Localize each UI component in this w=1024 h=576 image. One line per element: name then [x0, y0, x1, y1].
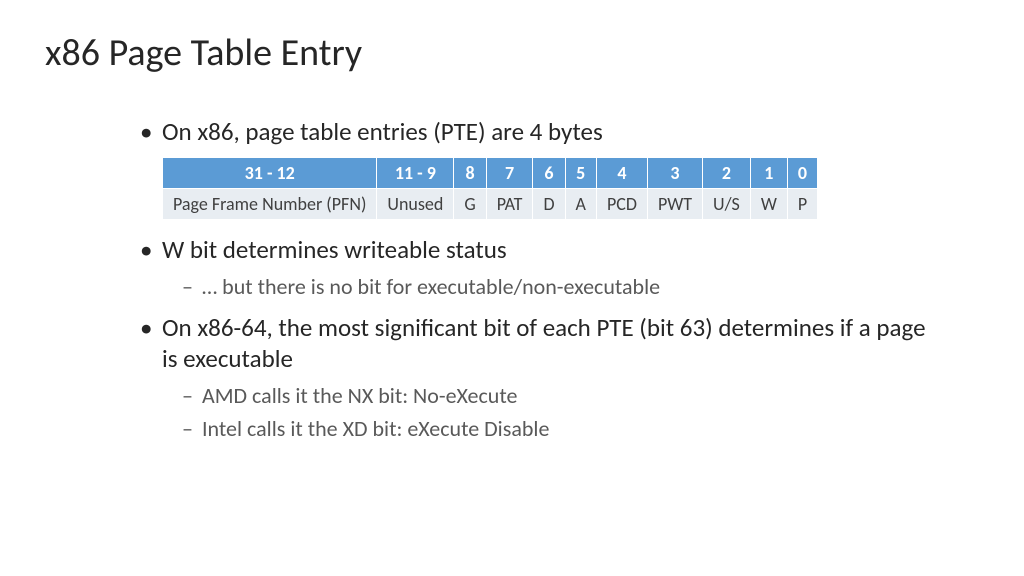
table-cell: Unused	[377, 189, 454, 220]
table-header-cell: 2	[703, 158, 751, 189]
table-row: Page Frame Number (PFN) Unused G PAT D A…	[163, 189, 818, 220]
sub-bullet-no-exec-bit: … but there is no bit for executable/non…	[182, 273, 934, 300]
slide-content: On x86, page table entries (PTE) are 4 b…	[45, 116, 979, 442]
bullet-text: On x86, page table entries (PTE) are 4 b…	[162, 116, 603, 147]
table-cell: D	[533, 189, 565, 220]
table-cell: U/S	[703, 189, 751, 220]
table-header-cell: 0	[787, 158, 817, 189]
table-cell: P	[787, 189, 817, 220]
table-cell: PCD	[596, 189, 647, 220]
bullet-w-bit: W bit determines writeable status … but …	[140, 234, 934, 300]
sub-bullet-nx-bit: AMD calls it the NX bit: No-eXecute	[182, 382, 934, 409]
table-cell: A	[565, 189, 596, 220]
table-header-cell: 6	[533, 158, 565, 189]
table-header-cell: 3	[647, 158, 702, 189]
table-header-cell: 5	[565, 158, 596, 189]
bullet-text: On x86-64, the most significant bit of e…	[162, 312, 926, 374]
table-header-cell: 8	[454, 158, 486, 189]
bullet-x86-64: On x86-64, the most significant bit of e…	[140, 312, 934, 442]
table-cell: G	[454, 189, 486, 220]
sub-bullet-xd-bit: Intel calls it the XD bit: eXecute Disab…	[182, 415, 934, 442]
table-header-cell: 11 - 9	[377, 158, 454, 189]
table-cell: PAT	[486, 189, 533, 220]
bullet-pte-size: On x86, page table entries (PTE) are 4 b…	[140, 116, 934, 220]
table-header-row: 31 - 12 11 - 9 8 7 6 5 4 3 2 1 0	[163, 158, 818, 189]
pte-table: 31 - 12 11 - 9 8 7 6 5 4 3 2 1 0 Page Fr…	[162, 157, 818, 220]
slide-title: x86 Page Table Entry	[45, 30, 979, 76]
bullet-text: W bit determines writeable status	[162, 234, 507, 265]
table-header-cell: 7	[486, 158, 533, 189]
table-cell: W	[750, 189, 787, 220]
table-header-cell: 31 - 12	[163, 158, 377, 189]
table-cell: PWT	[647, 189, 702, 220]
table-header-cell: 4	[596, 158, 647, 189]
table-header-cell: 1	[750, 158, 787, 189]
table-cell: Page Frame Number (PFN)	[163, 189, 377, 220]
